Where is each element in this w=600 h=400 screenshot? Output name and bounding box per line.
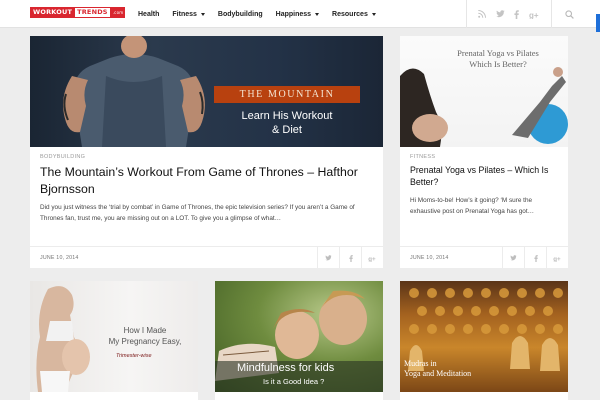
article-date: JUNE 10, 2014 [40,255,79,261]
article-excerpt: Hi Moms-to-be! How’s it going? ‘M sure t… [410,197,534,215]
chevron-down-icon [371,12,376,16]
featured-image-caption-line1: Learn His Workout [241,110,333,122]
share-twitter-button[interactable] [317,247,339,268]
share-twitter-button[interactable] [502,247,524,268]
share-google-plus-button[interactable]: g+ [361,247,383,268]
athlete-illustration [63,36,205,147]
search-icon [564,9,574,19]
mudras-image-caption: Mudras in Yoga and Meditation [404,359,471,380]
facebook-icon [533,254,538,262]
article-title[interactable]: Prenatal Yoga vs Pilates – Which Is Bett… [410,165,562,189]
article-footer: JUNE 10, 2014 g+ [30,246,383,268]
mudras-caption-line2: Yoga and Meditation [404,369,472,379]
facebook-icon[interactable] [514,9,520,19]
logo-workout-text: WORKOUT [30,7,75,18]
nav-item-happiness[interactable]: Happiness [275,10,320,18]
chevron-down-icon [200,12,205,16]
article-category[interactable]: FITNESS [410,154,435,160]
article-image-mudras[interactable]: Mudras in Yoga and Meditation [400,281,568,392]
search-button[interactable] [552,0,586,28]
nav-item-label: Resources [332,10,368,18]
yoga-pilates-illustration [400,67,568,147]
share-buttons: g+ [317,247,383,268]
nav-item-label: Happiness [275,10,312,18]
pregnancy-caption-subtitle: Trimester-wise [116,353,152,359]
article-image-mindfulness[interactable]: Mindfulness for kids Is it a Good Idea ? [215,281,383,392]
featured-article-image[interactable]: THE MOUNTAIN Learn His Workout & Diet [30,36,383,147]
mindfulness-caption-subtitle: Is it a Good Idea ? [263,377,325,386]
featured-image-banner: THE MOUNTAIN [214,86,360,103]
article-card-mindfulness[interactable]: Mindfulness for kids Is it a Good Idea ? [215,281,383,400]
article-category[interactable]: BODYBUILDING [40,154,85,160]
article-excerpt: Did you just witness the ‘trial by comba… [40,204,355,222]
google-plus-icon[interactable]: g+ [529,10,540,19]
mindfulness-caption-title: Mindfulness for kids [237,362,335,374]
article-footer: JUNE 10, 2014 g+ [400,246,568,268]
google-plus-icon: g+ [368,256,376,262]
side-article-image[interactable]: Prenatal Yoga vs Pilates Which Is Better… [400,36,568,147]
top-navigation-bar: WORKOUT TRENDS .com Health Fitness Bodyb… [0,0,600,28]
logo-trends-text: TRENDS [74,7,111,18]
share-buttons: g+ [502,247,568,268]
share-facebook-button[interactable] [524,247,546,268]
twitter-icon [325,255,332,261]
rss-icon[interactable] [478,10,486,18]
share-facebook-button[interactable] [339,247,361,268]
nav-item-resources[interactable]: Resources [332,11,376,18]
pregnancy-caption-line1: How I Made [123,326,167,335]
pregnancy-image-caption: How I Made My Pregnancy Easy, [100,326,190,348]
svg-text:g+: g+ [553,256,561,262]
nav-item-label: Bodybuilding [217,10,263,18]
site-logo[interactable]: WORKOUT TRENDS .com [30,7,126,18]
side-article-card[interactable]: Prenatal Yoga vs Pilates Which Is Better… [400,36,568,268]
facebook-icon [348,254,353,262]
share-google-plus-button[interactable]: g+ [546,247,568,268]
social-links: g+ [466,0,552,28]
nav-item-bodybuilding[interactable]: Bodybuilding [218,11,263,18]
svg-text:g+: g+ [529,11,539,19]
side-panel-tab[interactable] [596,14,600,32]
article-card-pregnancy[interactable]: How I Made My Pregnancy Easy, Trimester-… [30,281,198,400]
article-date: JUNE 10, 2014 [410,255,449,261]
nav-item-health[interactable]: Health [138,11,159,18]
article-title[interactable]: The Mountain’s Workout From Game of Thro… [40,164,375,197]
article-image-pregnancy[interactable]: How I Made My Pregnancy Easy, Trimester-… [30,281,198,392]
nav-item-label: Health [138,10,160,18]
main-menu: Health Fitness Bodybuilding Happiness Re… [138,0,389,28]
article-card-mudras[interactable]: Mudras in Yoga and Meditation [400,281,568,400]
mudras-caption-line1: Mudras in [404,359,437,368]
nav-item-label: Fitness [172,10,197,18]
google-plus-icon: g+ [553,256,561,262]
chevron-down-icon [315,12,320,16]
pregnancy-caption-line2: My Pregnancy Easy, [108,336,182,346]
featured-image-caption-line2: & Diet [272,123,302,136]
nav-item-fitness[interactable]: Fitness [172,11,205,18]
logo-suffix-text: .com [110,7,126,18]
twitter-icon [510,255,517,261]
featured-image-caption: Learn His Workout & Diet [214,110,360,138]
twitter-icon[interactable] [495,10,505,18]
featured-article-card[interactable]: THE MOUNTAIN Learn His Workout & Diet BO… [30,36,383,268]
svg-text:g+: g+ [368,256,376,262]
